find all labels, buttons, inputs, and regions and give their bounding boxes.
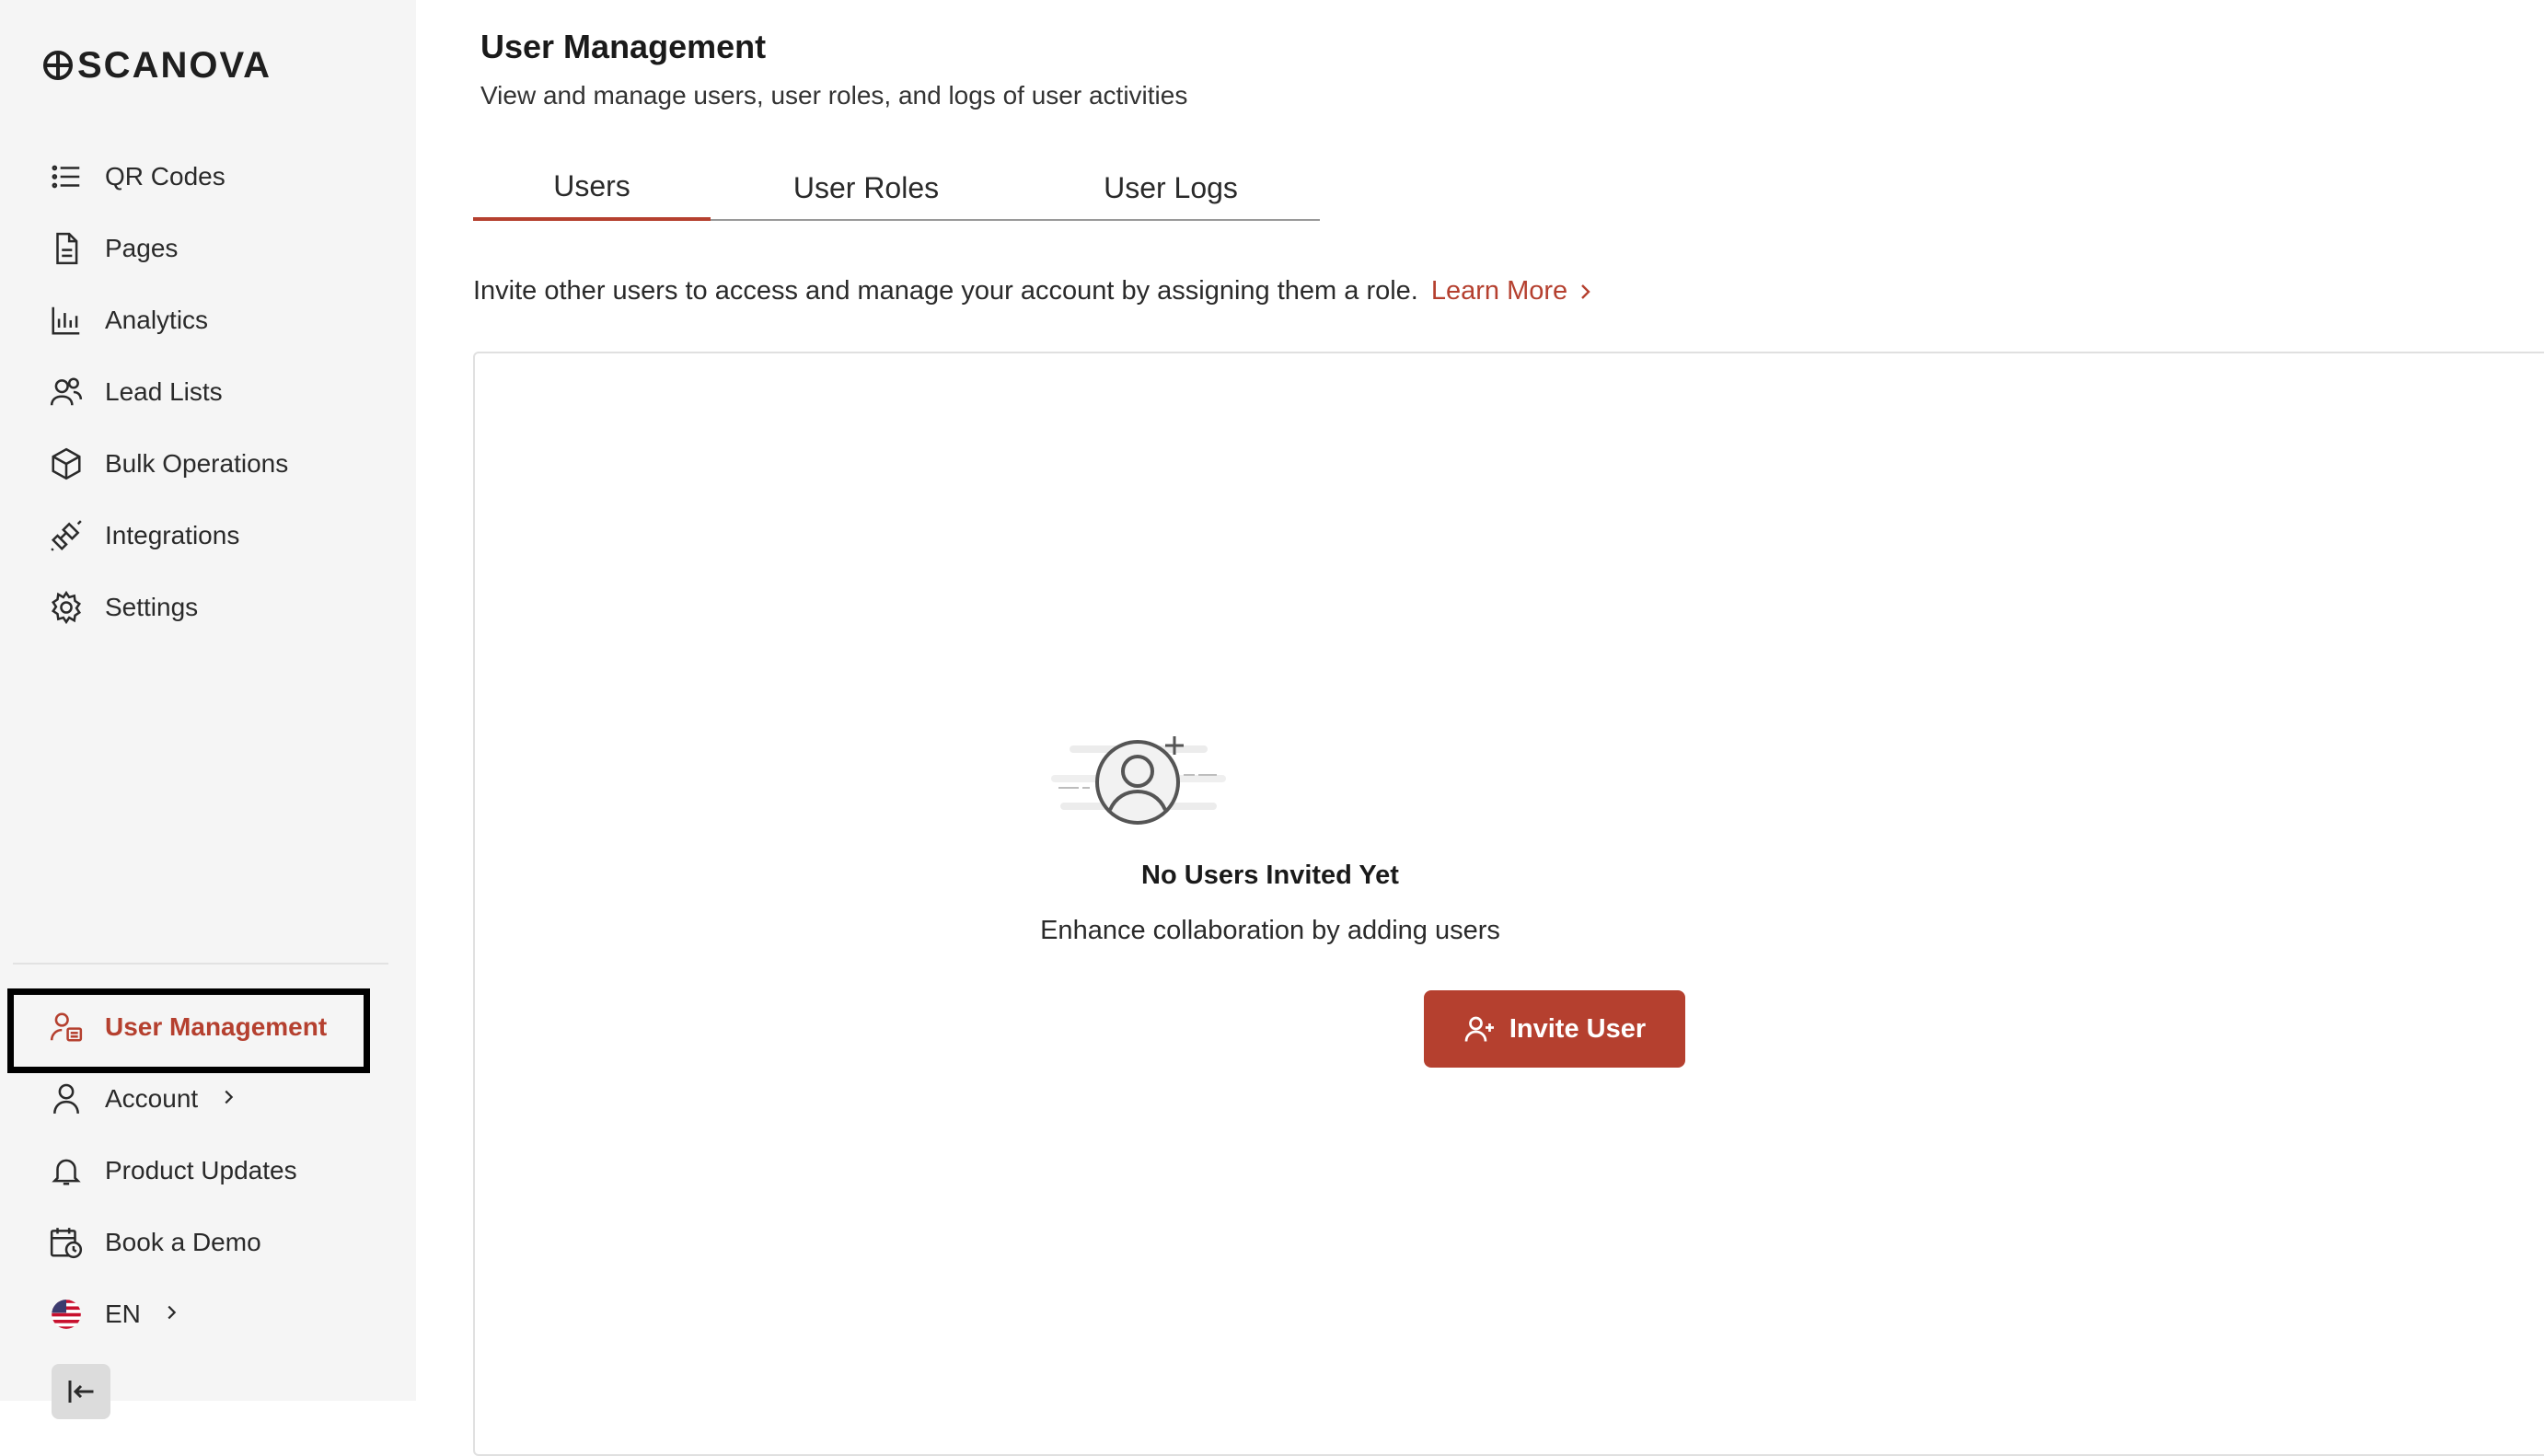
sidebar-item-account[interactable]: Account [48,1069,238,1128]
bell-icon [48,1152,85,1189]
add-user-illustration-icon [1042,731,1232,828]
tab-users[interactable]: Users [473,155,711,221]
invite-description: Invite other users to access and manage … [473,276,1595,306]
tab-user-roles[interactable]: User Roles [711,155,1022,221]
sidebar: SCANOVA QR Codes Pages Analytics Lead Li… [0,0,416,1401]
sidebar-item-bulk-operations[interactable]: Bulk Operations [48,434,288,493]
sidebar-item-settings[interactable]: Settings [48,578,198,637]
sidebar-item-analytics[interactable]: Analytics [48,291,208,350]
collapse-sidebar-button[interactable] [52,1364,110,1419]
sidebar-item-label: Pages [105,234,178,263]
sidebar-item-label: Bulk Operations [105,449,288,479]
list-icon [48,158,85,195]
logo-mark-icon [42,50,74,81]
invite-user-label: Invite User [1509,1014,1646,1045]
user-icon [48,1080,85,1117]
users-panel [473,352,2544,1456]
sidebar-item-label: Lead Lists [105,377,223,407]
sidebar-divider [13,963,388,965]
empty-state-subtitle: Enhance collaboration by adding users [948,916,1592,946]
users-icon [48,374,85,410]
sidebar-item-lead-lists[interactable]: Lead Lists [48,363,223,422]
tab-bar: Users User Roles User Logs [473,155,1320,221]
learn-more-label: Learn More [1431,276,1567,306]
sidebar-item-user-management[interactable]: User Management [48,998,327,1057]
sidebar-item-product-updates[interactable]: Product Updates [48,1141,297,1200]
main-content: User Management View and manage users, u… [416,0,2544,1401]
page-subtitle: View and manage users, user roles, and l… [480,81,1187,110]
bar-chart-icon [48,302,85,339]
gear-icon [48,589,85,626]
cube-icon [48,445,85,482]
sidebar-item-label: Product Updates [105,1156,297,1185]
page-title: User Management [480,28,766,66]
collapse-left-icon [64,1375,98,1408]
user-management-icon [48,1009,85,1046]
sidebar-item-label: EN [105,1300,141,1329]
sidebar-item-label: Account [105,1084,198,1114]
add-user-icon [1463,1012,1497,1046]
sidebar-item-integrations[interactable]: Integrations [48,506,239,565]
document-icon [48,230,85,267]
sidebar-item-book-a-demo[interactable]: Book a Demo [48,1213,261,1272]
invite-user-button[interactable]: Invite User [1424,990,1685,1068]
chevron-right-icon [1577,281,1595,303]
learn-more-link[interactable]: Learn More [1431,276,1595,306]
sidebar-item-qr-codes[interactable]: QR Codes [48,147,225,206]
calendar-clock-icon [48,1224,85,1261]
us-flag-icon [48,1296,85,1333]
empty-state-title: No Users Invited Yet [985,861,1555,891]
sidebar-item-label: Settings [105,593,198,622]
logo-text: SCANOVA [77,45,272,87]
sidebar-item-label: Analytics [105,306,208,335]
sidebar-item-label: QR Codes [105,162,225,191]
plug-icon [48,517,85,554]
sidebar-item-language[interactable]: EN [48,1285,181,1344]
tab-user-logs[interactable]: User Logs [1022,155,1320,221]
chevron-right-icon [218,1084,238,1114]
sidebar-item-pages[interactable]: Pages [48,219,178,278]
sidebar-item-label: User Management [105,1012,327,1042]
chevron-right-icon [161,1300,181,1329]
invite-text: Invite other users to access and manage … [473,276,1418,306]
sidebar-item-label: Book a Demo [105,1228,261,1257]
sidebar-item-label: Integrations [105,521,239,550]
scanova-logo[interactable]: SCANOVA [42,46,272,85]
